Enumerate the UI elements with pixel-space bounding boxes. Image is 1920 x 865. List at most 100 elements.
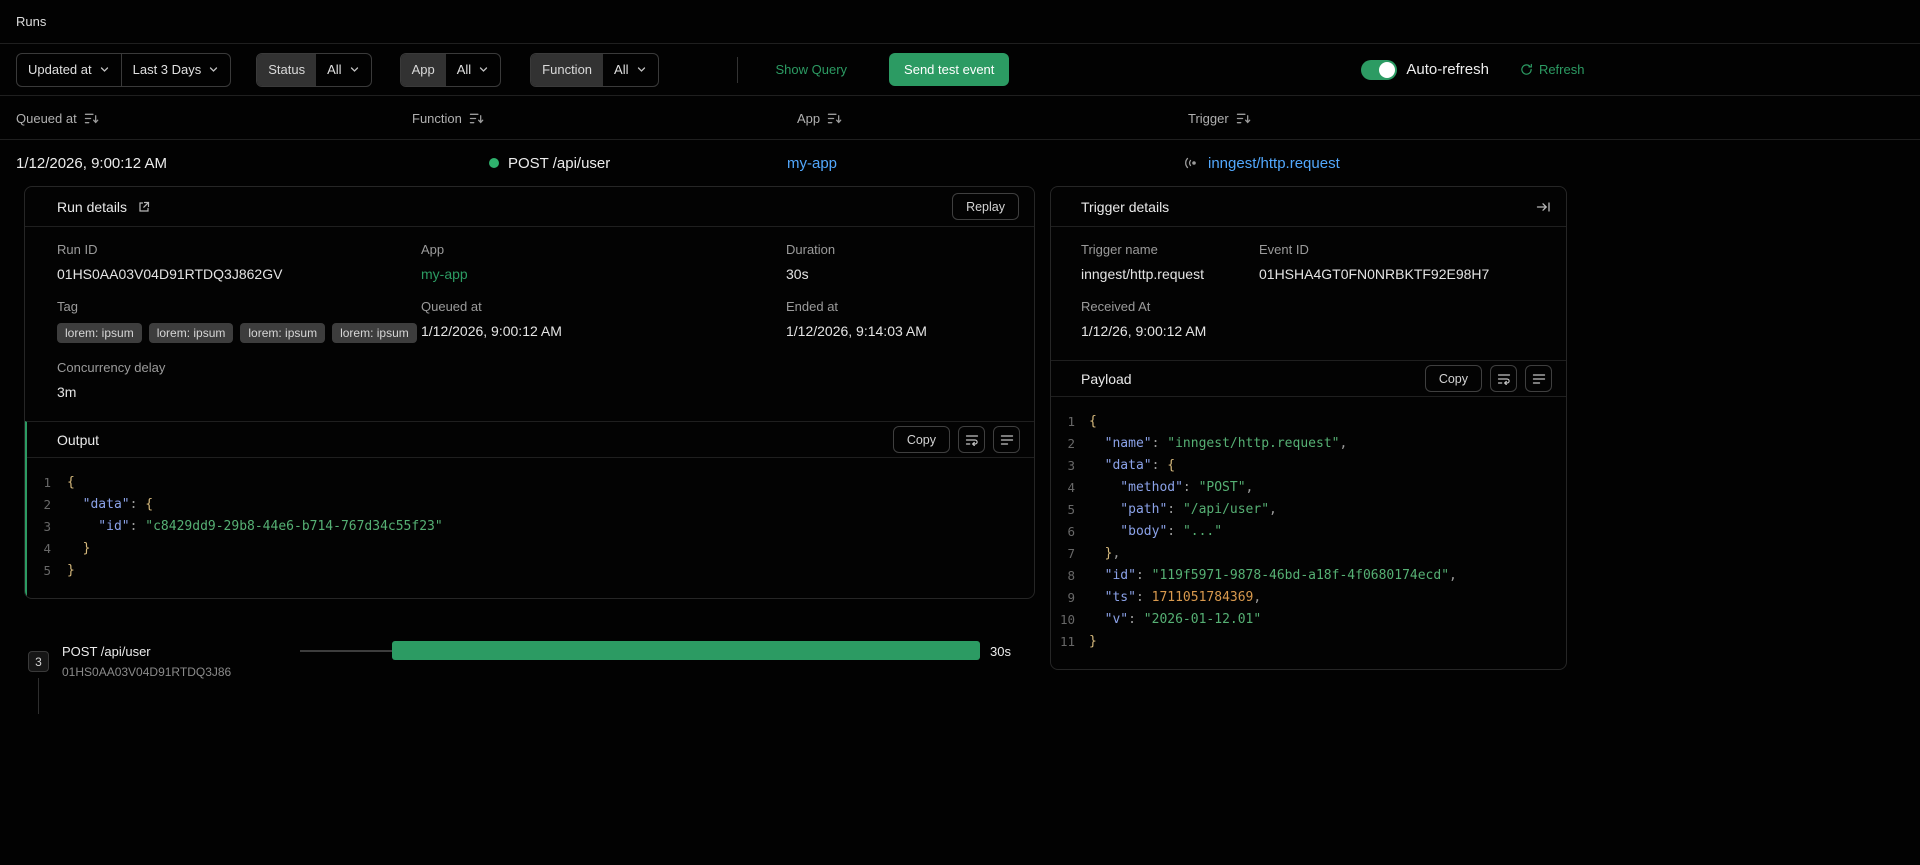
code-content: } [67,562,75,578]
trigger-details-fields: Trigger name inngest/http.request Event … [1051,227,1566,360]
field-event-id: Event ID 01HSHA4GT0FN0NRBKTF92E98H7 [1259,242,1536,282]
field-label: Concurrency delay [57,360,166,375]
code-line: 11} [1051,630,1566,652]
field-label: Queued at [421,299,482,314]
column-label: Function [412,110,462,126]
trace-connector-line [38,678,39,714]
field-label: Trigger name [1081,242,1158,257]
column-header-trigger[interactable]: Trigger [1188,96,1251,140]
sort-icon [1236,113,1251,123]
copy-payload-button[interactable]: Copy [1424,365,1482,392]
line-number: 4 [1067,479,1075,495]
field-label: App [421,242,445,257]
duration-value: 30s [786,266,809,282]
event-id-value: 01HSHA4GT0FN0NRBKTF92E98H7 [1259,266,1490,282]
webhook-icon [1185,157,1196,169]
code-line: 5} [27,559,1034,581]
column-header-app[interactable]: App [797,96,842,140]
code-content: "data": { [67,496,154,512]
code-line: 9 "ts": 1711051784369, [1051,586,1566,608]
function-filter-value: All [614,62,629,77]
show-query-button[interactable]: Show Query [776,62,848,77]
code-content: "method": "POST", [1089,479,1254,495]
run-details-panel: Run details Replay Run ID 01HS0AA03V04D9… [24,186,1035,599]
line-number: 1 [43,474,51,490]
run-function: POST /api/user [489,140,610,186]
filterbar-separator [736,56,738,83]
app-link[interactable]: my-app [787,155,837,172]
format-button[interactable] [993,426,1020,453]
received-at-value: 1/12/26, 9:00:12 AM [1081,323,1207,339]
function-filter-label: Function [531,53,604,86]
replay-button[interactable]: Replay [952,193,1019,220]
trace-function-name: POST /api/user [62,644,151,659]
app-filter-value: All [456,62,472,77]
line-number: 3 [1067,457,1075,473]
step-count-badge[interactable]: 3 [28,651,49,672]
send-test-event-button[interactable]: Send test event [889,53,1010,86]
code-line: 3 "data": { [1051,454,1566,476]
code-line: 4 } [27,537,1034,559]
code-content: "data": { [1089,457,1176,473]
time-range-dropdown-label: Last 3 Days [132,62,202,77]
status-filter-dropdown[interactable]: All [316,54,370,86]
refresh-icon [1521,63,1532,75]
field-concurrency-delay: Concurrency delay 3m [57,360,421,400]
auto-refresh-toggle[interactable] [1361,59,1398,80]
ended-at-value: 1/12/2026, 9:14:03 AM [786,323,927,339]
code-content: "path": "/api/user", [1089,501,1277,517]
trigger-link[interactable]: inngest/http.request [1208,155,1340,172]
updated-at-dropdown[interactable]: Updated at [17,54,121,86]
line-number: 9 [1067,589,1075,605]
column-header-queued-at[interactable]: Queued at [16,96,99,140]
line-number: 6 [1067,523,1075,539]
trigger-name-value: inngest/http.request [1081,266,1204,282]
chevron-down-icon [210,67,218,72]
code-content: "name": "inngest/http.request", [1089,435,1348,451]
function-name: POST /api/user [508,154,611,172]
column-header-function[interactable]: Function [412,96,484,140]
trace-duration: 30s [990,644,1011,659]
collapse-panel-icon[interactable] [1536,200,1551,214]
copy-output-button[interactable]: Copy [892,426,950,453]
field-ended-at: Ended at 1/12/2026, 9:14:03 AM [786,299,1002,343]
trigger-details-title: Trigger details [1081,198,1170,215]
chevron-down-icon [350,67,358,72]
word-wrap-button[interactable] [1490,365,1517,392]
word-wrap-button[interactable] [958,426,985,453]
line-number: 5 [43,562,51,578]
code-content: "body": "..." [1089,523,1223,539]
app-value[interactable]: my-app [421,266,786,282]
status-filter-label: Status [257,53,317,86]
refresh-button[interactable]: Refresh [1520,62,1585,77]
payload-code: 1{2 "name": "inngest/http.request", 3 "da… [1051,397,1566,669]
code-line: 2 "data": { [27,493,1034,515]
refresh-label: Refresh [1538,62,1585,77]
payload-section: Payload Copy 1{2 "name": "inngest/http.r… [1051,360,1566,669]
field-label: Duration [786,242,836,257]
format-button[interactable] [1525,365,1552,392]
run-table-row[interactable]: 1/12/2026, 9:00:12 AM POST /api/user my-… [0,140,1920,186]
field-label: Event ID [1259,242,1309,257]
run-details-fields: Run ID 01HS0AA03V04D91RTDQ3J862GV App my… [25,227,1034,421]
field-tag: Tag lorem: ipsum lorem: ipsum lorem: ips… [57,299,421,343]
function-filter-dropdown[interactable]: All [603,54,657,86]
sort-icon [84,113,99,123]
code-content: "id": "c8429dd9-29b8-44e6-b714-767d34c55… [67,518,443,534]
trace-span-bar[interactable] [392,641,980,660]
trace-label: POST /api/user 01HS0AA03V04D91RTDQ3J86 [62,642,231,682]
line-number: 5 [1067,501,1075,517]
tag-chip: lorem: ipsum [57,323,142,343]
code-content: { [1089,413,1097,429]
time-range-dropdown[interactable]: Last 3 Days [122,54,231,86]
field-label: Ended at [786,299,839,314]
output-section: Output Copy 1{2 "data": {3 "id": "c8429d… [25,421,1034,598]
app-filter-dropdown[interactable]: All [446,54,500,86]
align-left-icon [1000,434,1013,445]
function-filter-group: Function All [530,52,659,87]
run-details-header: Run details Replay [25,187,1034,227]
line-number: 8 [1067,567,1075,583]
field-label: Run ID [57,242,98,257]
run-details-title: Run details [57,198,128,215]
external-link-icon[interactable] [137,200,151,214]
